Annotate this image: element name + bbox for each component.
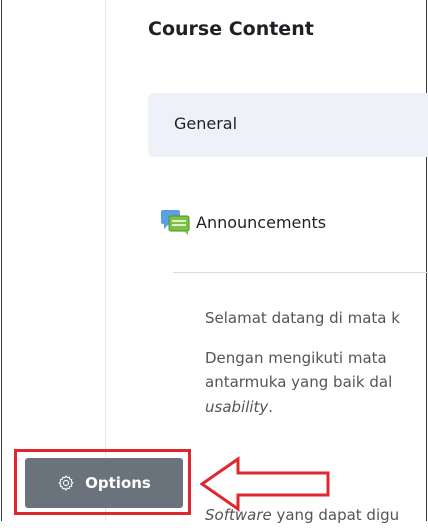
italic-term: usability xyxy=(205,398,269,416)
description-line: usability. xyxy=(205,394,273,420)
activity-announcements[interactable]: Announcements xyxy=(160,208,326,236)
highlight-box xyxy=(14,449,191,515)
sidebar-divider xyxy=(105,0,106,521)
annotation-arrow xyxy=(200,456,330,512)
course-content-heading: Course Content xyxy=(148,18,314,40)
description-text: . xyxy=(268,398,274,416)
section-title[interactable]: General xyxy=(174,114,237,133)
description-line: Selamat datang di mata k xyxy=(205,309,400,327)
divider xyxy=(173,272,428,273)
page-frame xyxy=(1,0,427,521)
description-line: Dengan mengikuti mata xyxy=(205,349,387,367)
section-general[interactable]: General xyxy=(148,93,428,157)
forum-icon xyxy=(161,210,190,235)
description-line: antarmuka yang baik dal xyxy=(205,373,393,391)
announcements-link[interactable]: Announcements xyxy=(196,213,326,232)
